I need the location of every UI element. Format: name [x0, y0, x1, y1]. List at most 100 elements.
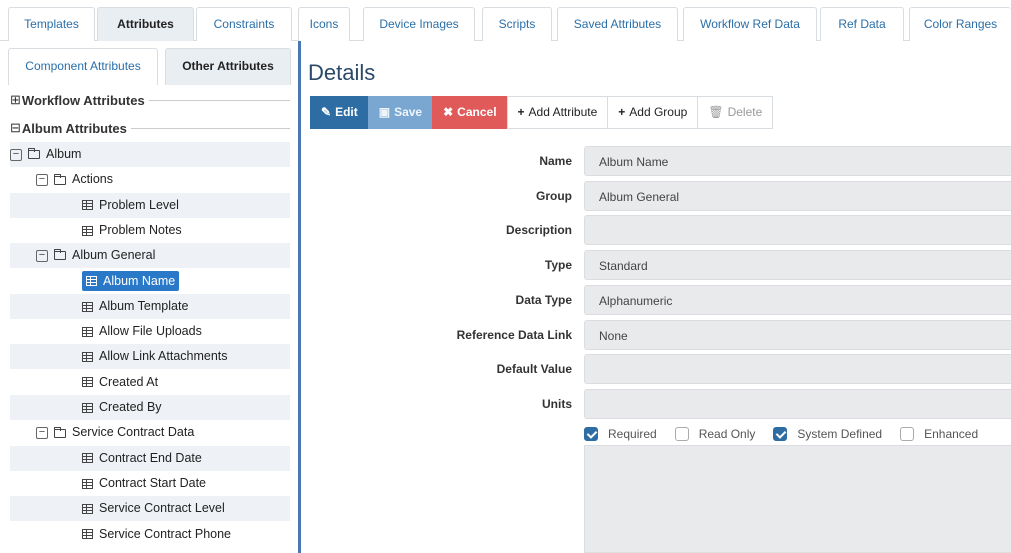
cancel-label: Cancel — [457, 105, 497, 119]
tree-label: Contract End Date — [99, 450, 202, 465]
tree-label: Created By — [99, 400, 162, 414]
plus-icon: + — [618, 105, 626, 119]
cancel-button[interactable]: ✖ Cancel — [432, 96, 508, 129]
tree-folder[interactable]: − Album — [10, 142, 290, 167]
field-value[interactable] — [584, 215, 1011, 246]
checkbox-checked-icon[interactable] — [584, 427, 598, 441]
tree-label: Service Contract Level — [99, 501, 225, 516]
expand-icon[interactable]: ⊞ — [10, 92, 21, 108]
collapse-icon[interactable]: − — [10, 148, 22, 161]
tree-item[interactable]: Contract Start Date — [10, 471, 290, 496]
tree-label: Actions — [72, 172, 113, 187]
read-only-checkbox[interactable]: Read Only — [674, 427, 756, 441]
table-icon — [82, 225, 93, 236]
required-checkbox[interactable]: Required — [584, 427, 657, 441]
tab-color-ranges[interactable]: Color Ranges — [909, 7, 1011, 41]
checkbox-label: System Defined — [797, 427, 883, 441]
tab-ref-data[interactable]: Ref Data — [820, 7, 904, 41]
tree-folder[interactable]: − Actions — [10, 167, 290, 192]
checkbox-unchecked-icon[interactable] — [900, 427, 915, 441]
delete-button[interactable]: 🗑 Delete — [697, 96, 774, 129]
section-label: Album Attributes — [21, 120, 127, 136]
checkbox-label: Read Only — [698, 427, 756, 441]
collapse-icon[interactable]: − — [36, 174, 48, 186]
field-label: Group — [536, 188, 572, 203]
add-group-button[interactable]: + Add Group — [607, 96, 699, 129]
notes-textarea[interactable] — [584, 445, 1011, 553]
panel-splitter[interactable] — [298, 41, 301, 553]
tree-label: Album Template — [99, 298, 189, 313]
folder-icon — [54, 173, 66, 185]
tree-item[interactable]: Allow Link Attachments — [10, 344, 290, 370]
field-value[interactable]: Alphanumeric — [584, 284, 1011, 315]
collapse-icon[interactable]: − — [36, 427, 48, 439]
table-icon — [82, 352, 93, 363]
system-defined-checkbox[interactable]: System Defined — [773, 427, 882, 441]
tab-attributes[interactable]: Attributes — [97, 7, 194, 41]
table-icon — [86, 276, 97, 287]
tab-component-attributes[interactable]: Component Attributes — [8, 48, 158, 85]
field-value[interactable]: None — [584, 319, 1011, 350]
field-label: Name — [539, 154, 572, 168]
tree-label: Created At — [99, 374, 159, 389]
tree-item[interactable]: Created At — [10, 370, 290, 395]
enhanced-checkbox[interactable]: Enhanced — [900, 427, 978, 441]
section-divider — [130, 127, 290, 129]
tree-label: Allow Link Attachments — [99, 349, 228, 364]
attribute-tree-panel: Component Attributes Other Attributes ⊞ … — [0, 41, 298, 553]
tab-templates[interactable]: Templates — [8, 7, 95, 41]
top-tab-bar: Templates Attributes Constraints Icons D… — [0, 0, 1011, 41]
table-icon — [82, 402, 93, 413]
album-attributes-section[interactable]: ⊟ Album Attributes — [10, 118, 290, 138]
collapse-icon[interactable]: − — [36, 249, 48, 262]
tab-saved-attributes[interactable]: Saved Attributes — [557, 7, 678, 41]
field-label: Reference Data Link — [456, 327, 572, 342]
tree-folder[interactable]: − Service Contract Data — [10, 420, 290, 445]
tab-workflow-ref-data[interactable]: Workflow Ref Data — [683, 7, 817, 41]
tree-label: Service Contract Data — [72, 425, 195, 440]
table-icon — [82, 377, 93, 388]
collapse-icon[interactable]: ⊟ — [10, 120, 21, 136]
checkbox-unchecked-icon[interactable] — [674, 427, 689, 441]
add-attribute-button[interactable]: + Add Attribute — [506, 96, 609, 129]
tab-device-images[interactable]: Device Images — [363, 7, 475, 41]
add-group-label: Add Group — [629, 105, 688, 119]
edit-label: Edit — [335, 105, 358, 119]
table-icon — [82, 326, 93, 337]
field-value[interactable] — [584, 354, 1011, 385]
checkbox-checked-icon[interactable] — [773, 427, 788, 441]
tree-folder[interactable]: − Album General — [10, 243, 290, 269]
selected-item-highlight[interactable]: Album Name — [82, 270, 180, 291]
field-value[interactable]: Standard — [584, 250, 1011, 281]
tree-item[interactable]: Problem Notes — [10, 218, 290, 243]
tree-item[interactable]: Allow File Uploads — [10, 319, 290, 344]
tree-item[interactable]: Service Contract Phone — [10, 522, 290, 547]
tree-item[interactable]: Problem Level — [10, 192, 290, 218]
tree-item[interactable]: Created By — [10, 395, 290, 420]
table-icon — [82, 453, 93, 464]
tab-other-attributes[interactable]: Other Attributes — [165, 48, 291, 85]
section-label: Workflow Attributes — [21, 92, 145, 108]
tree-label: Problem Level — [99, 197, 179, 212]
delete-label: Delete — [727, 105, 763, 119]
tree-item[interactable]: Album Name — [10, 269, 290, 294]
tab-icons[interactable]: Icons — [298, 7, 350, 41]
tab-constraints[interactable]: Constraints — [196, 7, 292, 41]
edit-button[interactable]: ✎ Edit — [310, 96, 369, 129]
page-title: Details — [308, 60, 376, 85]
field-value[interactable] — [584, 388, 1011, 419]
tree-label: Contract Start Date — [99, 475, 206, 490]
tree-item[interactable]: Service Contract Level — [10, 496, 290, 522]
field-value[interactable]: Album General — [584, 180, 1011, 211]
field-value[interactable]: Album Name — [584, 146, 1011, 176]
plus-icon: + — [517, 105, 525, 119]
tab-scripts[interactable]: Scripts — [482, 7, 552, 41]
save-button[interactable]: ▣ Save — [367, 96, 434, 129]
workflow-attributes-section[interactable]: ⊞ Workflow Attributes — [10, 90, 290, 110]
field-label: Description — [505, 223, 572, 238]
tree-item[interactable]: Contract End Date — [10, 445, 290, 471]
section-divider — [148, 99, 290, 101]
tree-item[interactable]: Album Template — [10, 293, 290, 319]
checkbox-label: Required — [608, 427, 657, 441]
folder-icon — [54, 249, 66, 261]
